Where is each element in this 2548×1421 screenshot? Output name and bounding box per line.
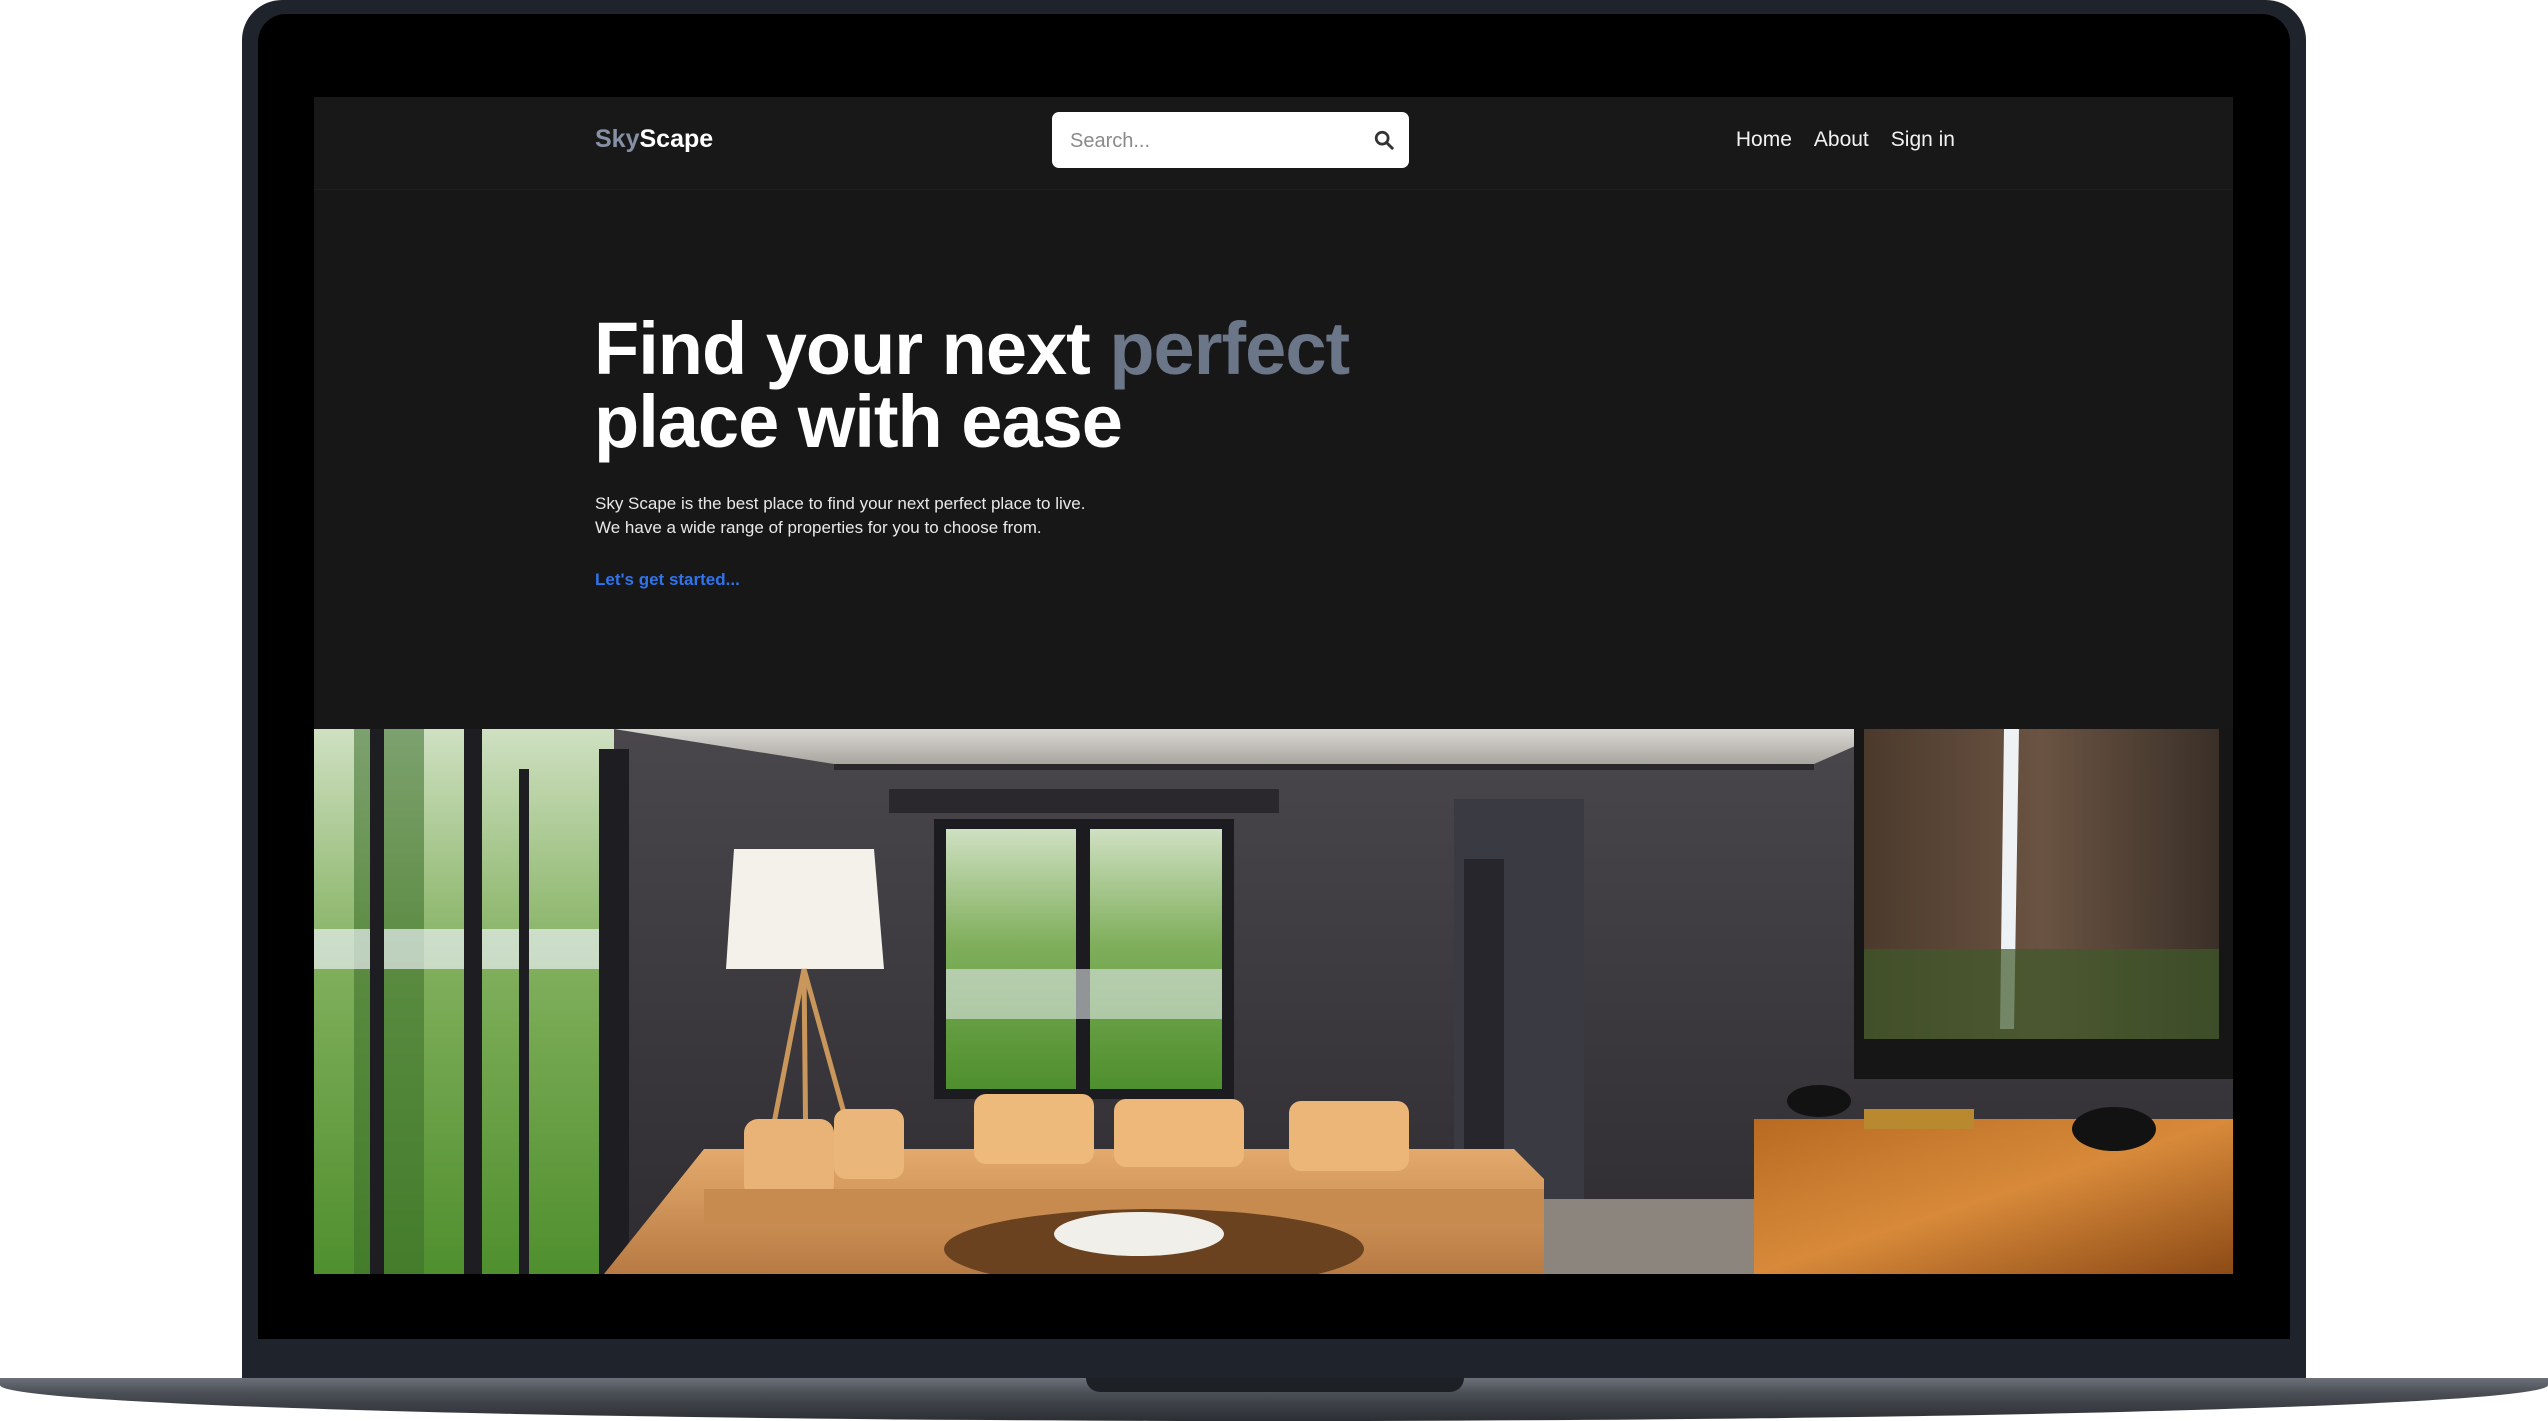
nav-links: Home About Sign in: [1736, 128, 1955, 152]
hero-description-line1: Sky Scape is the best place to find your…: [595, 494, 1086, 513]
hero-living-room-image: [314, 729, 2233, 1274]
brand-logo-sky: Sky: [595, 125, 640, 153]
nav-link-sign-in[interactable]: Sign in: [1891, 128, 1955, 152]
nav-link-about[interactable]: About: [1814, 128, 1869, 152]
hero-description-line2: We have a wide range of properties for y…: [595, 518, 1042, 537]
search-box: [1052, 112, 1409, 170]
navbar: SkyScape Home About Sign in: [314, 97, 2233, 190]
laptop-notch: [1086, 1378, 1464, 1392]
search-icon[interactable]: [1373, 129, 1395, 151]
brand-logo-scape: Scape: [639, 125, 714, 153]
hero-title-part1: Find your next: [594, 307, 1110, 390]
brand-logo[interactable]: SkyScape: [595, 125, 713, 154]
browser-screen: SkyScape Home About Sign in Find your ne…: [314, 97, 2233, 1274]
hero-title-accent: perfect: [1109, 307, 1350, 390]
search-input[interactable]: [1068, 112, 1372, 170]
hero-title-part2: place with ease: [594, 380, 1123, 463]
hero-title: Find your next perfect place with ease: [594, 312, 1350, 459]
get-started-link[interactable]: Let's get started...: [595, 570, 740, 590]
hero-description: Sky Scape is the best place to find your…: [595, 492, 1085, 540]
nav-link-home[interactable]: Home: [1736, 128, 1792, 152]
